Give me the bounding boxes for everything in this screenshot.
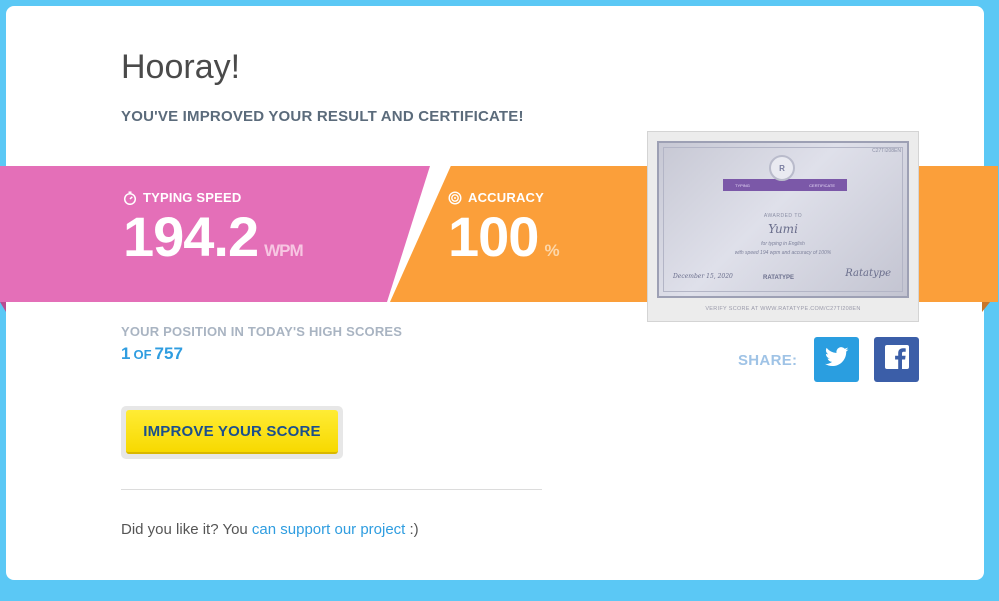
support-project-link[interactable]: can support our project: [252, 521, 405, 538]
certificate-badge-icon: R: [769, 155, 795, 181]
certificate-date: December 15, 2020: [673, 273, 733, 280]
certificate-verify-link[interactable]: VERIFY SCORE AT WWW.RATATYPE.COM/C27TI20…: [648, 306, 918, 312]
certificate-paper: C27TI208EN TYPING CERTIFICATE R AWARDED …: [657, 141, 909, 298]
certificate-name: Yumi: [768, 222, 798, 236]
improve-score-button[interactable]: IMPROVE YOUR SCORE: [126, 410, 338, 454]
support-text: Did you like it? You can support our pro…: [121, 521, 419, 538]
improve-score-button-frame: IMPROVE YOUR SCORE: [121, 406, 343, 459]
typing-speed-unit: WPM: [264, 241, 304, 260]
accuracy-label: ACCURACY: [468, 190, 544, 205]
stopwatch-icon: [123, 190, 137, 205]
certificate-line-2: with speed 194 wpm and accuracy of 100%: [734, 250, 832, 256]
divider: [121, 489, 542, 490]
position-rank: 1: [121, 344, 131, 363]
ribbon-tail-left: [0, 302, 6, 312]
result-card: Hooray! YOU'VE IMPROVED YOUR RESULT AND …: [0, 6, 998, 580]
typing-speed-stat: TYPING SPEED 194.2 WPM: [123, 190, 304, 268]
twitter-share-button[interactable]: [814, 337, 859, 382]
share-label: SHARE:: [738, 352, 798, 369]
page-title: Hooray!: [121, 48, 241, 86]
high-score-position: 1 OF 757: [121, 344, 183, 364]
certificate-line-1: for typing in English: [761, 241, 805, 247]
accuracy-stat: ACCURACY 100%: [448, 190, 560, 268]
certificate-preview[interactable]: C27TI208EN TYPING CERTIFICATE R AWARDED …: [647, 131, 919, 322]
typing-speed-label: TYPING SPEED: [143, 190, 242, 205]
certificate-ribbon: TYPING CERTIFICATE: [723, 179, 847, 191]
facebook-share-button[interactable]: [874, 337, 919, 382]
typing-speed-value: 194.2: [123, 205, 259, 268]
accuracy-value: 100: [448, 205, 539, 268]
page-subtitle: YOU'VE IMPROVED YOUR RESULT AND CERTIFIC…: [121, 108, 524, 125]
certificate-id: C27TI208EN: [872, 148, 901, 154]
certificate-signature: Ratatype: [845, 268, 891, 279]
position-of: OF: [133, 347, 152, 362]
position-total: 757: [154, 344, 183, 363]
target-icon: [448, 190, 462, 205]
certificate-awarded-to: AWARDED TO: [763, 213, 803, 219]
high-score-position-label: YOUR POSITION IN TODAY'S HIGH SCORES: [121, 324, 403, 339]
accuracy-unit: %: [544, 241, 559, 260]
ribbon-tail-right: [982, 302, 990, 312]
facebook-icon: [884, 344, 910, 375]
twitter-icon: [824, 347, 849, 372]
certificate-brand: RATATYPE: [763, 275, 794, 281]
